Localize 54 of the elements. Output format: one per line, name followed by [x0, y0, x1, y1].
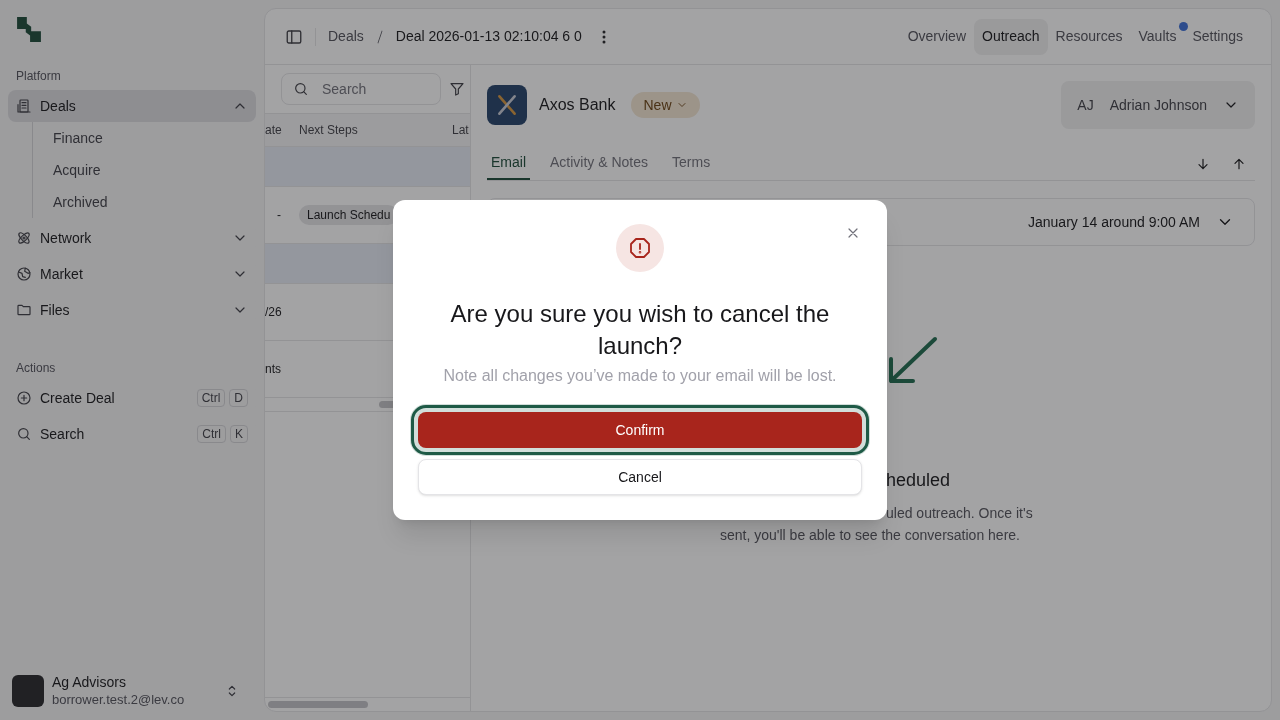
account-email: borrower.test.2@lev.co — [52, 691, 186, 708]
slash-separator-icon — [375, 29, 384, 44]
column-header: Next Steps — [299, 122, 359, 139]
key-label: D — [229, 389, 248, 407]
empty-state-text: uled outreach. Once it's — [886, 504, 1034, 523]
schedule-time: January 14 around 9:00 AM — [1028, 212, 1200, 232]
account-avatar — [12, 675, 44, 708]
content-tab[interactable]: Activity & Notes — [546, 146, 653, 180]
search-field[interactable]: Search — [281, 73, 441, 105]
nav-tab[interactable]: Resources — [1047, 18, 1131, 55]
table-cell-text: nts — [265, 361, 282, 378]
search-icon — [293, 81, 309, 97]
empty-state-text: sent, you'll be able to see the conversation here. — [720, 526, 1021, 545]
key-label: Ctrl — [197, 425, 226, 443]
company-name: Axos Bank — [539, 95, 616, 115]
sidebar-toggle-icon — [285, 27, 303, 46]
column-header: ate — [265, 122, 283, 139]
filter-icon — [449, 81, 465, 97]
warning-octagon-icon — [628, 236, 652, 260]
plus-circle-icon — [16, 390, 32, 406]
sidebar-subitem[interactable]: Acquire — [45, 154, 256, 186]
nav-tab[interactable]: Vaults — [1130, 18, 1185, 55]
arrow-down-icon — [1195, 156, 1211, 172]
logo-icon — [16, 16, 42, 42]
search-icon — [16, 426, 32, 442]
sidebar-item[interactable]: Deals — [8, 90, 256, 122]
folder-icon — [16, 302, 32, 318]
nav-tab[interactable]: Settings — [1184, 18, 1251, 55]
section-heading: Actions — [15, 360, 57, 377]
globe-icon — [16, 266, 32, 282]
content-tab[interactable]: Email — [487, 146, 530, 180]
more-icon — [601, 29, 606, 44]
cancel-button[interactable]: Cancel — [418, 459, 862, 495]
account-name: Ag Advisors — [52, 674, 127, 692]
sidebar-subitem[interactable]: Archived — [45, 186, 256, 218]
nav-tab[interactable]: Overview — [899, 18, 974, 55]
table-cell-text: /26 — [265, 304, 283, 321]
assignee-dropdown[interactable]: AJ Adrian Johnson — [1061, 81, 1255, 129]
content-tab[interactable]: Terms — [668, 146, 715, 180]
nav-tab[interactable]: Outreach — [974, 18, 1048, 55]
status-dropdown[interactable]: New — [631, 92, 700, 118]
key-label: K — [230, 425, 248, 443]
section-heading: Platform — [15, 68, 62, 85]
breadcrumb-item: Deal 2026-01-13 02:10:04 6 0 — [395, 27, 582, 46]
building-icon — [16, 98, 32, 114]
column-header: Lat — [452, 122, 470, 139]
sidebar-subitem[interactable]: Finance — [45, 122, 256, 154]
breadcrumb-item[interactable]: Deals — [328, 26, 364, 47]
empty-state-title: heduled — [886, 469, 952, 492]
key-label: Ctrl — [196, 389, 226, 407]
table-cell-text: - — [276, 207, 282, 224]
atom-icon — [16, 230, 32, 246]
arrow-up-icon — [1231, 156, 1247, 172]
account-switcher[interactable]: Ag Advisors borrower.test.2@lev.co — [8, 674, 256, 708]
